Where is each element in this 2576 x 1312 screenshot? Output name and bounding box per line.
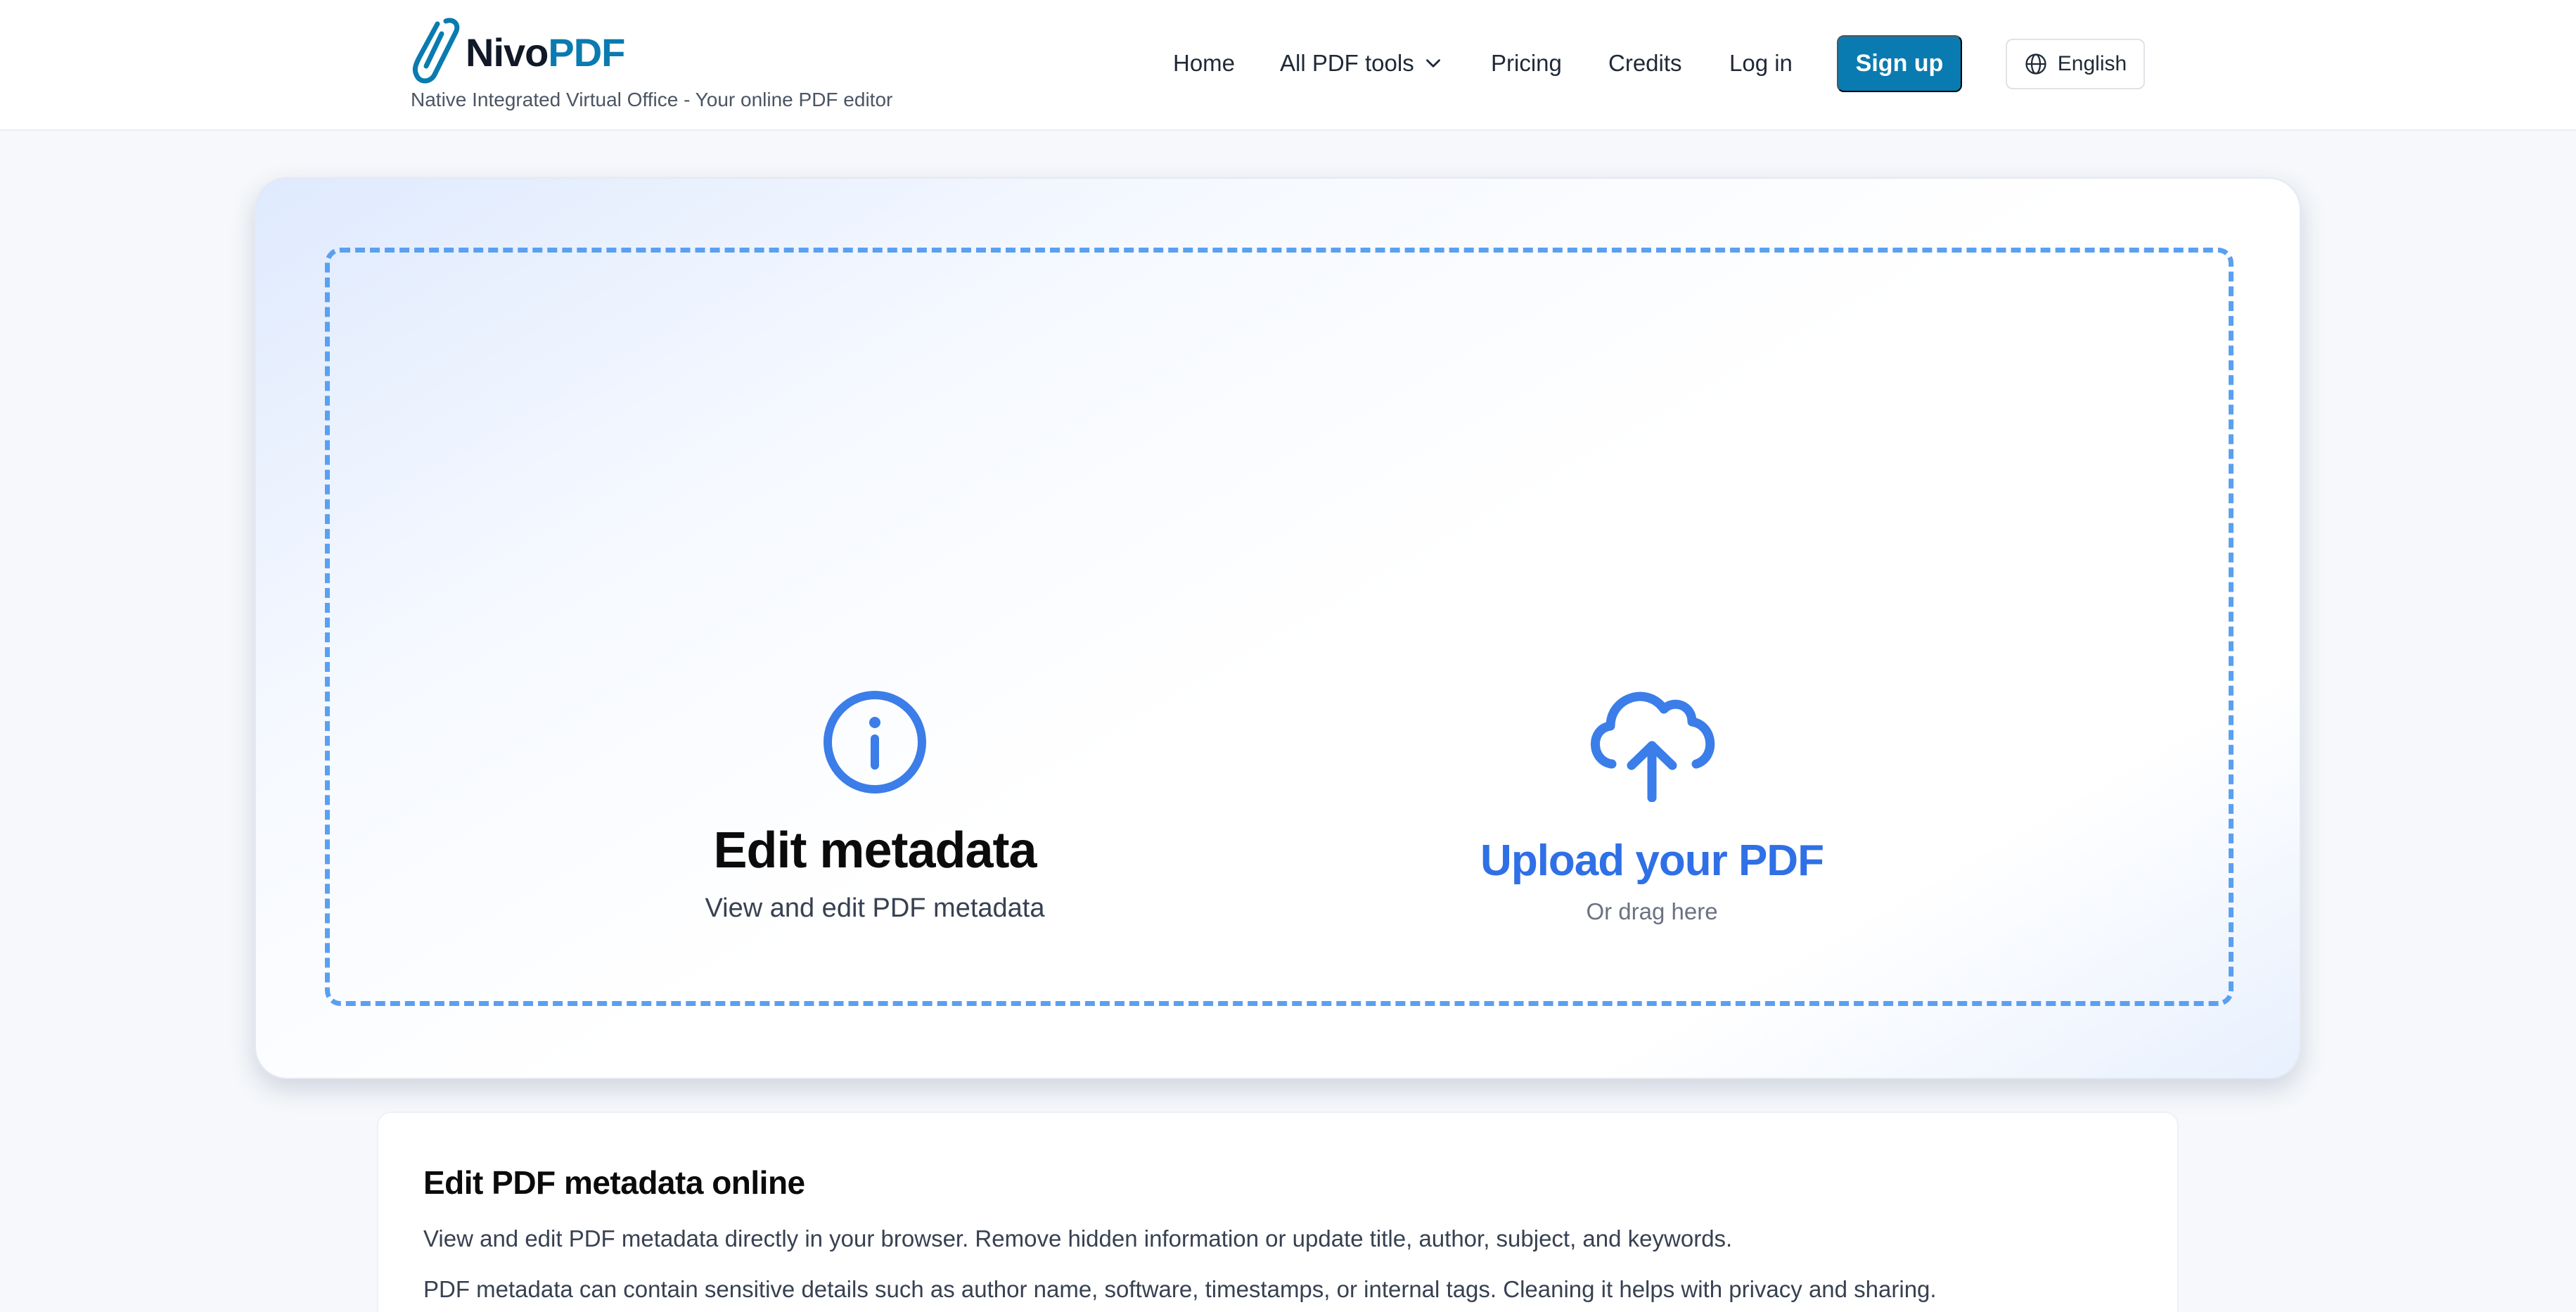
logo-text: NivoPDF <box>466 30 625 75</box>
logo[interactable]: NivoPDF <box>411 14 625 84</box>
tool-title: Edit metadata <box>713 822 1037 879</box>
signup-button[interactable]: Sign up <box>1837 35 1962 92</box>
paperclip-icon <box>412 18 460 84</box>
tagline: Native Integrated Virtual Office - Your … <box>411 89 893 110</box>
site-header: NivoPDF Native Integrated Virtual Office… <box>0 0 2576 131</box>
cloud-upload-icon <box>1591 692 1715 802</box>
language-selector[interactable]: English <box>2006 39 2145 89</box>
upload-title[interactable]: Upload your PDF <box>1335 836 1968 886</box>
tool-info: Edit metadata View and edit PDF metadata <box>541 689 1209 924</box>
language-label: English <box>2057 52 2127 75</box>
chevron-down-icon <box>1425 59 1440 68</box>
upload-subtitle: Or drag here <box>1586 898 1718 924</box>
section-title: Edit PDF metadata online <box>423 1164 805 1201</box>
nav-home[interactable]: Home <box>1173 35 1235 91</box>
section-paragraph: PDF metadata can contain sensitive detai… <box>423 1276 1937 1302</box>
logo-text-nivo: Nivo <box>466 30 549 75</box>
upload-area[interactable]: Upload your PDF Or drag here <box>1335 685 1968 925</box>
description-section: Edit PDF metadata online View and edit P… <box>377 1112 2179 1312</box>
tool-description: View and edit PDF metadata <box>705 893 1045 923</box>
nav-all-pdf-tools[interactable]: All PDF tools <box>1280 35 1445 91</box>
nav-pricing[interactable]: Pricing <box>1491 35 1562 91</box>
globe-icon <box>2025 53 2046 75</box>
nav-all-pdf-tools-label: All PDF tools <box>1280 50 1414 76</box>
nav-login[interactable]: Log in <box>1729 35 1793 91</box>
logo-text-pdf: PDF <box>548 30 625 75</box>
info-icon <box>824 691 926 794</box>
page: NivoPDF Native Integrated Virtual Office… <box>0 0 2576 1312</box>
nav-credits[interactable]: Credits <box>1608 35 1682 91</box>
upload-card: Edit metadata View and edit PDF metadata… <box>255 177 2301 1079</box>
section-paragraph: View and edit PDF metadata directly in y… <box>423 1225 1733 1252</box>
